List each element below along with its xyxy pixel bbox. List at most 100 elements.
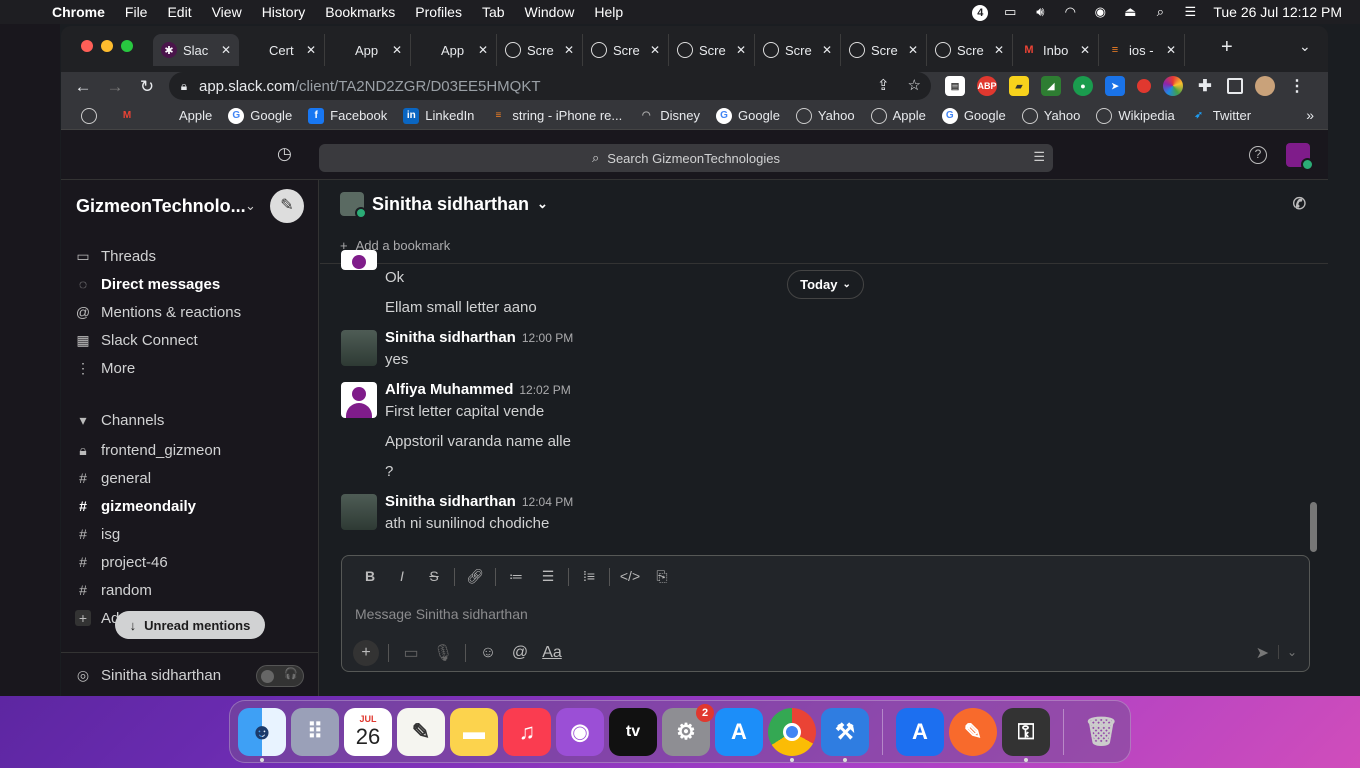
extension-yellow-icon[interactable]: ▰	[1009, 76, 1029, 96]
bookmark-gmail[interactable]: M	[111, 108, 149, 124]
avatar[interactable]	[341, 250, 377, 270]
spotlight-icon[interactable]: ⌕	[1145, 4, 1175, 20]
user-avatar[interactable]	[1286, 143, 1314, 171]
podcasts-icon[interactable]: ◉	[556, 707, 604, 756]
launchpad-icon[interactable]: ⠿	[291, 707, 339, 756]
menu-bookmarks[interactable]: Bookmarks	[315, 4, 405, 20]
extension-green-icon[interactable]: ◢	[1041, 76, 1061, 96]
bookmark-google[interactable]: G Google	[220, 107, 300, 124]
unread-mentions-button[interactable]: ↓ Unread mentions	[115, 611, 265, 639]
close-tab-icon[interactable]: ✕	[1080, 43, 1090, 57]
extension-green-circle-icon[interactable]: ●	[1073, 76, 1093, 96]
profile-avatar-icon[interactable]	[1255, 76, 1275, 96]
search-filter-icon[interactable]: ☰	[1033, 149, 1045, 165]
menu-clock[interactable]: Tue 26 Jul 12:12 PM	[1205, 4, 1360, 20]
avatar[interactable]	[341, 494, 377, 530]
bookmark-stackoverflow[interactable]: ≡ string - iPhone re...	[482, 108, 630, 124]
share-icon[interactable]: ⇪	[877, 76, 890, 94]
apple-tv-icon[interactable]: tv	[609, 707, 657, 756]
message-time[interactable]: 12:02 PM	[519, 383, 570, 397]
chevron-down-icon[interactable]: ⌄	[245, 198, 256, 214]
close-tab-icon[interactable]: ✕	[564, 43, 574, 57]
bold-icon[interactable]: B	[354, 568, 386, 586]
compose-icon[interactable]: ✎	[270, 189, 304, 223]
close-tab-icon[interactable]: ✕	[306, 43, 316, 57]
menu-app-name[interactable]: Chrome	[52, 4, 115, 20]
sidebar-item-direct-messages[interactable]: ◌ Direct messages	[75, 272, 220, 296]
wifi-icon[interactable]: ◠	[1055, 4, 1085, 20]
menu-file[interactable]: File	[115, 4, 158, 20]
menu-tab[interactable]: Tab	[472, 4, 515, 20]
history-clock-icon[interactable]: ◷	[277, 144, 292, 164]
tab[interactable]: Scre ✕	[755, 34, 841, 66]
xcode-icon[interactable]: ⚒	[821, 707, 869, 762]
date-divider-button[interactable]: Today ⌄	[787, 270, 864, 299]
message-time[interactable]: 12:00 PM	[522, 331, 573, 345]
tab-slack[interactable]: ✱ Slac ✕	[153, 34, 239, 66]
sender-name[interactable]: Sinitha sidharthan	[385, 329, 516, 346]
tab[interactable]: Scre ✕	[669, 34, 755, 66]
code-block-icon[interactable]: ⎘	[646, 568, 678, 586]
channel-avatar[interactable]	[340, 192, 367, 219]
bookmark-star-icon[interactable]: ☆	[908, 76, 921, 94]
chevron-down-icon[interactable]: ⌄	[537, 196, 548, 212]
huddle-user[interactable]: ◎ Sinitha sidharthan	[75, 663, 221, 687]
simulator-icon[interactable]: A	[896, 707, 944, 756]
music-icon[interactable]: ♫	[503, 707, 551, 756]
video-icon[interactable]: ▭	[395, 643, 427, 663]
tab[interactable]: Scre ✕	[583, 34, 669, 66]
sidebar-channel-isg[interactable]: # isg	[75, 522, 120, 546]
tab[interactable]: Scre ✕	[497, 34, 583, 66]
side-panel-icon[interactable]	[1227, 78, 1243, 94]
close-window-button[interactable]	[81, 40, 93, 52]
bookmark-google[interactable]: G Google	[708, 107, 788, 124]
user-icon[interactable]: ◉	[1085, 4, 1115, 20]
formatting-toggle[interactable]: Aa	[536, 644, 568, 662]
search-input[interactable]: ⌕ Search GizmeonTechnologies ☰	[319, 144, 1053, 172]
sidebar-channel-project-46[interactable]: # project-46	[75, 550, 168, 574]
huddle-toggle[interactable]	[256, 665, 304, 687]
bookmark-yahoo[interactable]: Yahoo	[1014, 107, 1089, 124]
url-text[interactable]: app.slack.com/client/TA2ND2ZGR/D03EE5HMQ…	[199, 78, 541, 95]
close-tab-icon[interactable]: ✕	[392, 43, 402, 57]
send-icon[interactable]: ➤	[1256, 643, 1269, 663]
bookmark-google[interactable]: G Google	[934, 107, 1014, 124]
bookmark-globe[interactable]	[73, 107, 111, 124]
finder-icon[interactable]: ☻	[238, 707, 286, 762]
avatar[interactable]	[341, 382, 377, 418]
ordered-list-icon[interactable]: ≔	[500, 568, 532, 586]
menu-view[interactable]: View	[202, 4, 252, 20]
menu-edit[interactable]: Edit	[157, 4, 201, 20]
bookmark-apple[interactable]: Apple	[149, 108, 220, 124]
zoom-window-button[interactable]	[121, 40, 133, 52]
sidebar-channel-random[interactable]: # random	[75, 578, 152, 602]
emoji-icon[interactable]: ☺	[472, 644, 504, 662]
conversation-title[interactable]: Sinitha sidharthan	[372, 194, 529, 215]
link-icon[interactable]: 🔗︎	[459, 568, 491, 586]
chevron-down-icon[interactable]: ⌄	[1277, 645, 1297, 659]
plus-icon[interactable]: +	[353, 640, 379, 666]
tab[interactable]: ≡ ios - ✕	[1099, 34, 1185, 66]
keychain-icon[interactable]: ⚿	[1002, 707, 1050, 762]
bookmarks-overflow-icon[interactable]: »	[1306, 107, 1314, 123]
mention-icon[interactable]: @	[504, 644, 536, 662]
puzzle-extensions-icon[interactable]: ✚	[1195, 76, 1215, 96]
notes-icon[interactable]: ▬	[450, 707, 498, 756]
tab[interactable]: App ✕	[411, 34, 497, 66]
chrome-icon[interactable]	[768, 707, 816, 762]
extension-doc-icon[interactable]: ▤	[945, 76, 965, 96]
close-tab-icon[interactable]: ✕	[736, 43, 746, 57]
sender-name[interactable]: Alfiya Muhammed	[385, 381, 513, 398]
control-center-icon[interactable]: ☰	[1175, 4, 1205, 20]
sidebar-channel-general[interactable]: # general	[75, 466, 151, 490]
forward-arrow-icon[interactable]: →	[99, 77, 131, 97]
help-icon[interactable]: ?	[1249, 146, 1267, 164]
italic-icon[interactable]: I	[386, 568, 418, 586]
textedit-icon[interactable]: ✎	[397, 707, 445, 756]
color-picker-extension-icon[interactable]	[1163, 76, 1183, 96]
bookmark-linkedin[interactable]: in LinkedIn	[395, 107, 482, 124]
calendar-icon[interactable]: JUL 26	[344, 707, 392, 756]
menu-history[interactable]: History	[252, 4, 316, 20]
bookmark-disney[interactable]: ◠ Disney	[630, 108, 708, 124]
close-tab-icon[interactable]: ✕	[650, 43, 660, 57]
